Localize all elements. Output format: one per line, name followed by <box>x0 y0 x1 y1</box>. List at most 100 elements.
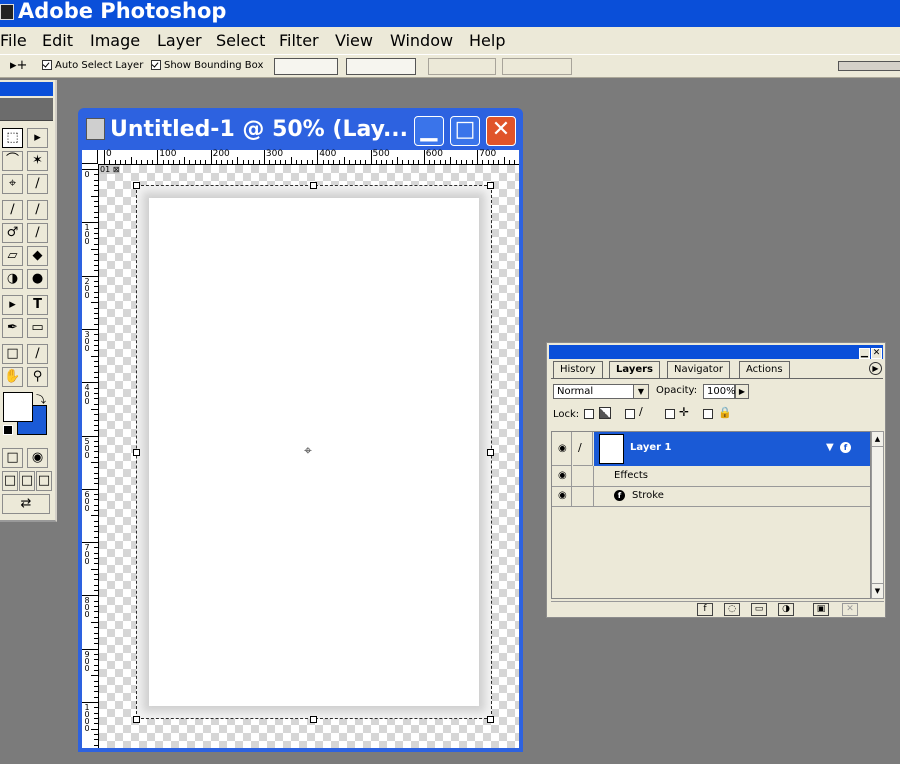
slice-tool-icon[interactable]: ∕ <box>27 174 48 194</box>
hand-tool-icon[interactable]: ✋ <box>2 367 23 387</box>
crop-tool-icon[interactable]: ⌖ <box>2 174 23 194</box>
align-buttons-group-1[interactable] <box>274 58 338 75</box>
transform-handle-top-right[interactable] <box>487 182 494 189</box>
blend-mode-arrow-icon[interactable]: ▼ <box>633 385 648 398</box>
tab-actions[interactable]: Actions <box>739 361 790 378</box>
layers-scrollbar[interactable]: ▲ ▼ <box>871 431 884 599</box>
visibility-cell[interactable]: ◉ <box>552 432 572 466</box>
eye-icon[interactable]: ◉ <box>558 490 567 501</box>
jump-to-imageready-icon[interactable]: ⇄ <box>2 494 50 514</box>
opacity-input[interactable]: 100% <box>703 384 736 399</box>
auto-select-checkbox[interactable] <box>42 60 52 70</box>
ruler-origin[interactable] <box>82 150 98 164</box>
photoshop-app-icon[interactable] <box>0 4 14 20</box>
screen-mode-standard-icon[interactable]: □ <box>2 471 18 491</box>
brush-tool-icon[interactable]: ∕ <box>27 200 48 220</box>
transform-handle-left[interactable] <box>133 449 140 456</box>
dodge-tool-icon[interactable]: ● <box>27 269 48 289</box>
magic-wand-icon[interactable]: ✶ <box>27 151 48 171</box>
eye-icon[interactable]: ◉ <box>558 470 567 481</box>
lasso-tool-icon[interactable]: ⌒ <box>2 151 23 171</box>
history-brush-icon[interactable]: ∕ <box>27 223 48 243</box>
scroll-up-arrow-icon[interactable]: ▲ <box>872 432 883 447</box>
transform-handle-bottom[interactable] <box>310 716 317 723</box>
maximize-button[interactable]: □ <box>450 116 480 146</box>
tab-layers[interactable]: Layers <box>609 361 660 379</box>
transform-handle-right[interactable] <box>487 449 494 456</box>
marquee-tool-icon[interactable]: ⬚ <box>2 128 23 148</box>
menu-image[interactable]: Image <box>90 31 140 50</box>
layer-selected-highlight[interactable]: Layer 1 ▼ f <box>594 432 870 466</box>
close-button[interactable]: ✕ <box>486 116 516 146</box>
auto-select-layer-option[interactable]: Auto Select Layer <box>42 60 143 71</box>
menu-edit[interactable]: Edit <box>42 31 73 50</box>
new-adjustment-layer-icon[interactable]: ◑ <box>778 603 794 616</box>
menu-file[interactable]: File <box>0 31 27 50</box>
paint-bucket-icon[interactable]: ◆ <box>27 246 48 266</box>
reference-point-icon[interactable]: ⌖ <box>304 444 312 458</box>
palette-menu-icon[interactable]: ▶ <box>869 362 882 375</box>
minimize-button[interactable]: ▁ <box>414 116 444 146</box>
zoom-tool-icon[interactable]: ⚲ <box>27 367 48 387</box>
add-layer-style-icon[interactable]: f <box>697 603 713 616</box>
distribute-buttons-group-2[interactable] <box>502 58 572 75</box>
layer-row-layer-1[interactable]: ◉ ∕ Layer 1 ▼ f <box>552 432 870 466</box>
show-bounding-box-option[interactable]: Show Bounding Box <box>151 60 263 71</box>
default-colors-icon[interactable] <box>3 425 13 435</box>
move-tool-icon[interactable]: ▸+ <box>10 58 27 73</box>
stroke-visibility-cell[interactable]: ◉ <box>552 486 572 506</box>
lock-all-checkbox[interactable] <box>703 409 713 419</box>
quick-mask-mode-icon[interactable]: ◉ <box>27 448 48 468</box>
link-cell[interactable]: ∕ <box>573 432 593 466</box>
notes-tool-icon[interactable]: □ <box>2 344 23 364</box>
lock-transparency-checkbox[interactable] <box>584 409 594 419</box>
eraser-tool-icon[interactable]: ▱ <box>2 246 23 266</box>
transform-handle-top-left[interactable] <box>133 182 140 189</box>
lock-position-checkbox[interactable] <box>665 409 675 419</box>
bounding-box-checkbox[interactable] <box>151 60 161 70</box>
menu-view[interactable]: View <box>335 31 373 50</box>
eyedropper-icon[interactable]: ∕ <box>27 344 48 364</box>
move-tool-icon[interactable]: ▸ <box>27 128 48 148</box>
transform-handle-bottom-right[interactable] <box>487 716 494 723</box>
delete-layer-icon[interactable]: ✕ <box>842 603 858 616</box>
add-mask-icon[interactable]: ◌ <box>724 603 740 616</box>
toolbox-logo[interactable] <box>0 98 53 121</box>
menu-layer[interactable]: Layer <box>157 31 202 50</box>
foreground-color-swatch[interactable] <box>3 392 33 422</box>
eye-icon[interactable]: ◉ <box>558 443 567 454</box>
swap-colors-icon[interactable]: ⤵ <box>36 391 46 406</box>
screen-mode-full-icon[interactable]: □ <box>36 471 52 491</box>
effects-row[interactable]: ◉ Effects <box>552 466 870 487</box>
palette-title-bar[interactable]: ▁ ✕ <box>549 345 883 359</box>
palette-close-button[interactable]: ✕ <box>871 348 882 359</box>
document-title-bar[interactable]: Untitled-1 @ 50% (Lay... ▁ □ ✕ <box>78 108 523 150</box>
menu-help[interactable]: Help <box>469 31 505 50</box>
document-icon[interactable] <box>86 118 105 140</box>
screen-mode-menu-icon[interactable]: □ <box>19 471 35 491</box>
rectangle-tool-icon[interactable]: ▭ <box>27 318 48 338</box>
menu-window[interactable]: Window <box>390 31 453 50</box>
stroke-row[interactable]: ◉ f Stroke <box>552 486 870 507</box>
pen-tool-icon[interactable]: ✒ <box>2 318 23 338</box>
effects-visibility-cell[interactable]: ◉ <box>552 466 572 486</box>
opacity-slider-arrow-icon[interactable]: ▶ <box>735 384 749 399</box>
layer-1-content[interactable] <box>136 185 492 719</box>
align-buttons-group-2[interactable] <box>346 58 416 75</box>
new-set-icon[interactable]: ▭ <box>751 603 767 616</box>
new-layer-icon[interactable]: ▣ <box>813 603 829 616</box>
transform-handle-bottom-left[interactable] <box>133 716 140 723</box>
healing-brush-icon[interactable]: ∕ <box>2 200 23 220</box>
tab-history[interactable]: History <box>553 361 603 378</box>
standard-mode-icon[interactable]: □ <box>2 448 23 468</box>
path-selection-icon[interactable]: ▸ <box>2 295 23 315</box>
tab-navigator[interactable]: Navigator <box>667 361 730 378</box>
layer-style-icon[interactable]: f <box>840 442 851 453</box>
blur-tool-icon[interactable]: ◑ <box>2 269 23 289</box>
type-tool-icon[interactable]: T <box>27 295 48 315</box>
blend-mode-select[interactable]: Normal ▼ <box>553 384 649 399</box>
clone-stamp-icon[interactable]: ♂ <box>2 223 23 243</box>
canvas[interactable]: 01 ⊠ ⌖ <box>99 165 519 748</box>
transform-handle-top[interactable] <box>310 182 317 189</box>
menu-filter[interactable]: Filter <box>279 31 319 50</box>
